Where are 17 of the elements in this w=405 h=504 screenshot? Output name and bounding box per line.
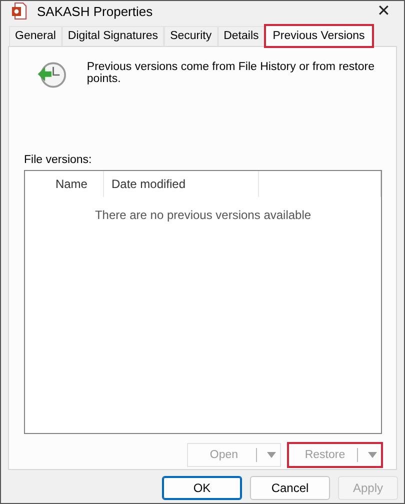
dialog-button[interactable]: OK <box>162 476 242 500</box>
tab[interactable]: Details <box>218 26 265 46</box>
description-text: Previous versions come from File History or from restore points. <box>86 60 376 87</box>
file-versions-label: File versions: <box>24 154 93 166</box>
empty-message: There are no previous versions available <box>94 208 312 222</box>
tab[interactable]: Digital Signatures <box>62 26 164 46</box>
tab[interactable]: Previous Versions <box>264 25 373 47</box>
dropdown-icon <box>368 452 377 458</box>
column-header[interactable]: Date modified <box>104 171 260 197</box>
dialog-button[interactable]: Cancel <box>250 476 330 500</box>
window-title: SAKASH Properties <box>37 4 154 18</box>
close-button[interactable]: ✕ <box>373 1 394 21</box>
dropdown-icon <box>267 452 276 458</box>
tab[interactable]: Security <box>164 26 218 46</box>
tab[interactable]: General <box>9 26 62 46</box>
document-icon <box>11 2 27 20</box>
column-header[interactable]: Name <box>25 171 104 197</box>
